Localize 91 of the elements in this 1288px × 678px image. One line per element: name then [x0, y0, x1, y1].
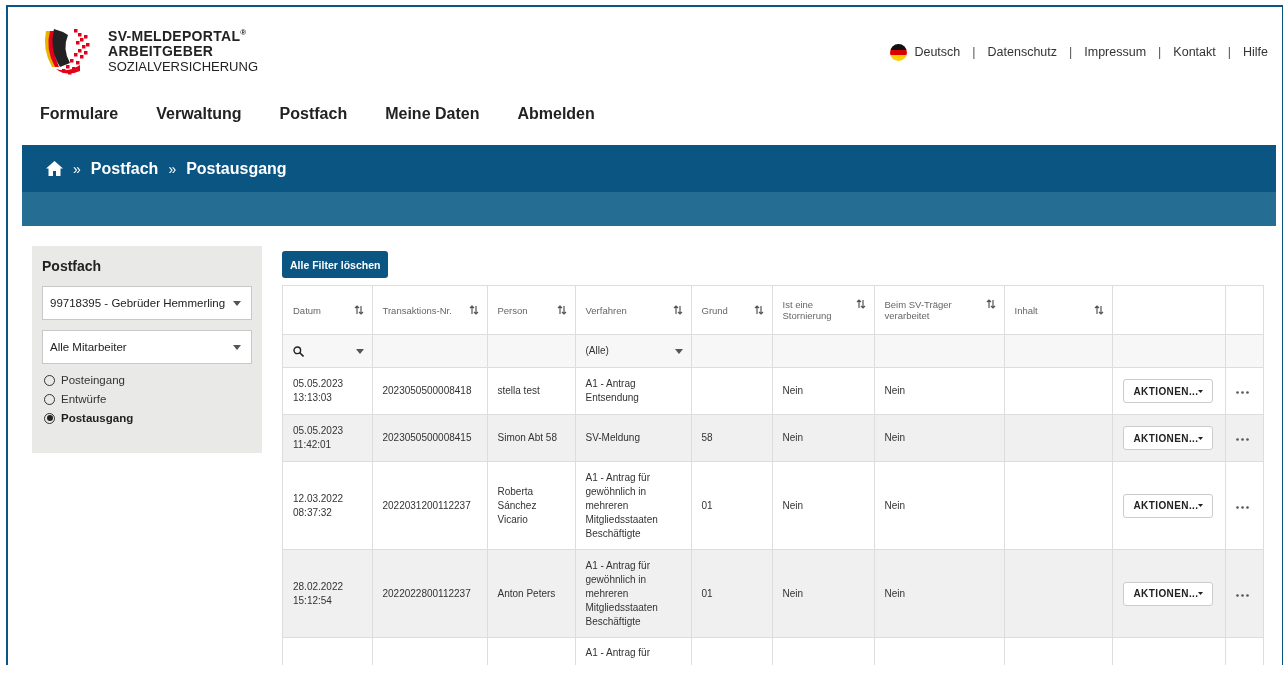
column-header[interactable]: Ist eine Stornierung	[782, 299, 852, 321]
sort-icon[interactable]	[855, 299, 866, 309]
header-link[interactable]: Hilfe	[1243, 45, 1268, 59]
german-flag-icon	[890, 43, 908, 61]
nav-item[interactable]: Meine Daten	[385, 105, 480, 145]
breadcrumb-link[interactable]: Postfach	[90, 159, 159, 178]
more-options-icon[interactable]	[1235, 505, 1249, 509]
nav-item[interactable]: Verwaltung	[156, 105, 242, 145]
column-header[interactable]: Verfahren	[585, 304, 627, 316]
table-cell: stella test	[497, 385, 540, 396]
actions-dropdown[interactable]: AKTIONEN...	[1122, 379, 1213, 403]
table-cell: Nein	[782, 432, 804, 443]
caret-icon	[233, 344, 241, 350]
caret-icon	[1198, 503, 1204, 508]
column-header[interactable]: Transaktions-Nr.	[382, 304, 452, 316]
caret-icon	[674, 348, 683, 354]
search-icon[interactable]	[293, 345, 304, 357]
table-cell: A1 - Antrag Entsendung	[585, 378, 639, 403]
sort-icon[interactable]	[985, 299, 996, 309]
language-link[interactable]: Deutsch	[914, 45, 961, 59]
more-options-icon[interactable]	[1235, 438, 1249, 441]
table-cell: Simon Abt 58	[497, 432, 557, 443]
header-link[interactable]: Kontakt	[1173, 45, 1216, 59]
home-icon[interactable]	[46, 161, 63, 176]
sort-icon[interactable]	[556, 304, 567, 315]
nav-item[interactable]: Abmelden	[517, 105, 595, 145]
caret-icon	[355, 348, 364, 354]
table-cell: Nein	[884, 432, 906, 443]
clear-filters-button[interactable]: Alle Filter löschen	[282, 251, 389, 278]
employee-select[interactable]: Alle Mitarbeiter	[42, 330, 252, 364]
caret-icon	[1198, 388, 1204, 394]
actions-dropdown[interactable]: AKTIONEN...	[1122, 493, 1213, 518]
table-cell: 2023050500008415	[382, 432, 472, 443]
table-cell: 58	[701, 432, 713, 443]
breadcrumb-separator: »	[73, 160, 81, 177]
table-cell: 28.02.2022 15:12:54	[293, 580, 344, 606]
table-cell: A1 - Antrag für gewöhnlich in mehreren Mitgliedsstaaten Beschäftigte	[585, 559, 658, 627]
radio-label[interactable]: Posteingang	[61, 374, 125, 386]
caret-icon	[1198, 591, 1204, 596]
more-options-icon[interactable]	[1235, 593, 1249, 597]
column-header[interactable]: Datum	[293, 304, 321, 316]
table-cell: Nein	[884, 499, 906, 511]
breadcrumb-link[interactable]: Postausgang	[186, 159, 287, 178]
table-cell: Nein	[782, 499, 804, 511]
table-cell: Roberta Sánchez Vicario	[497, 485, 537, 525]
sort-icon[interactable]	[468, 304, 479, 315]
column-header[interactable]: Inhalt	[1014, 304, 1038, 316]
link-separator: |	[1227, 45, 1231, 59]
column-header[interactable]: Grund	[701, 304, 728, 316]
table-cell: Nein	[782, 587, 804, 599]
nav-item[interactable]: Formulare	[40, 105, 119, 145]
link-separator: |	[1158, 45, 1162, 59]
header-link[interactable]: Impressum	[1084, 45, 1147, 59]
breadcrumb-separator: »	[168, 160, 177, 177]
table-cell: A1 - Antrag für	[585, 647, 650, 658]
table-cell: Nein	[884, 385, 906, 396]
caret-icon	[233, 300, 241, 306]
table-cell: 05.05.2023 11:42:01	[293, 425, 344, 450]
table-cell: 05.05.2023 13:13:03	[293, 378, 344, 403]
table-cell: 2023050500008418	[382, 385, 472, 396]
sort-icon[interactable]	[672, 304, 683, 315]
table-cell: 12.03.2022 08:37:32	[293, 492, 344, 518]
table-cell: Nein	[782, 385, 804, 396]
caret-icon	[1198, 435, 1204, 441]
sort-icon[interactable]	[353, 304, 364, 315]
table-cell: 01	[701, 587, 713, 599]
actions-dropdown[interactable]: AKTIONEN...	[1122, 581, 1213, 606]
logo-caption: SOZIALVERSICHERUNG	[108, 58, 258, 74]
table-cell: A1 - Antrag für gewöhnlich in mehreren Mitgliedsstaaten Beschäftigte	[585, 471, 658, 539]
sort-icon[interactable]	[1093, 304, 1104, 315]
table-cell: Anton Peters	[497, 587, 556, 599]
table-cell: SV-Meldung	[585, 432, 640, 443]
link-separator: |	[1069, 45, 1073, 59]
radio-label[interactable]: Entwürfe	[61, 393, 107, 405]
header-link[interactable]: Datenschutz	[987, 45, 1057, 59]
sidebar-title: Postfach	[42, 258, 103, 274]
more-options-icon[interactable]	[1235, 391, 1249, 394]
link-separator: |	[972, 45, 976, 59]
radio-label[interactable]: Postausgang	[61, 412, 134, 424]
table-cell: Nein	[884, 587, 906, 599]
actions-dropdown[interactable]: AKTIONEN...	[1122, 426, 1213, 450]
account-select[interactable]: 99718395 - Gebrüder Hemmerling	[42, 286, 252, 320]
table-cell: 2022031200112237	[382, 499, 471, 511]
column-header[interactable]: Beim SV-Träger verarbeitet	[884, 299, 982, 321]
nav-item[interactable]: Postfach	[279, 105, 348, 145]
table-cell: 2022022800112237	[382, 587, 471, 599]
sort-icon[interactable]	[753, 304, 764, 315]
column-header[interactable]: Person	[497, 304, 528, 316]
logo-subtitle: ARBEITGEBER	[108, 43, 215, 59]
logo-title: SV-MELDEPORTAL$^{®}$	[108, 26, 248, 44]
table-cell: 01	[701, 499, 713, 511]
